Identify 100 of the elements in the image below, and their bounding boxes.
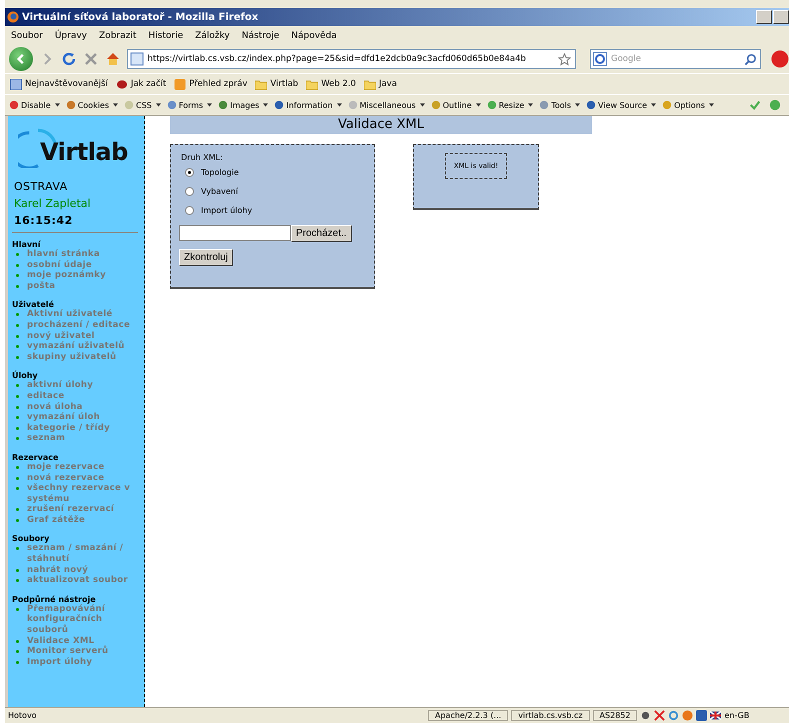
file-field[interactable]: [179, 225, 291, 241]
bullet-icon: [16, 579, 19, 582]
caret-icon: [528, 103, 534, 107]
toolbar-menu[interactable]: Resize: [486, 100, 534, 110]
folder-icon: [306, 78, 318, 90]
menu-item[interactable]: Historie: [148, 30, 184, 40]
menu-item[interactable]: Soubor: [11, 30, 43, 40]
window-title: Virtuální síťová laboratoř - Mozilla Firefox: [22, 12, 260, 22]
radio-button[interactable]: [185, 168, 194, 177]
toolbar-menu[interactable]: Disable: [9, 100, 60, 110]
radio-label: Topologie: [201, 168, 239, 177]
bullet-icon: [16, 356, 19, 359]
section-heading: Podpůrné nástroje: [12, 594, 96, 604]
radio-label: Import úlohy: [201, 206, 252, 215]
bullet-icon: [16, 345, 19, 348]
bullet-icon: [16, 284, 19, 288]
toolbar-menu[interactable]: Cookies: [66, 100, 118, 110]
caret-icon: [708, 103, 714, 107]
section-heading: Uživatelé: [12, 300, 54, 310]
caret-icon: [207, 103, 212, 107]
reload-icon[interactable]: [60, 51, 77, 67]
bookmark[interactable]: Přehled zpráv: [174, 78, 248, 90]
toolbar-menu[interactable]: Miscellaneous: [348, 100, 425, 110]
caret-icon: [156, 103, 161, 107]
maximize-button[interactable]: [773, 10, 789, 24]
minimize-button[interactable]: [756, 10, 772, 24]
circle-icon: [166, 100, 177, 110]
menu-item[interactable]: Nástroje: [242, 30, 280, 40]
menu-item[interactable]: Záložky: [195, 30, 230, 40]
circle-icon: [586, 100, 596, 110]
menu-item[interactable]: Úpravy: [54, 30, 88, 40]
radio-button[interactable]: [185, 187, 194, 196]
search-icon[interactable]: [744, 52, 758, 66]
close-icon[interactable]: [654, 710, 666, 721]
bookmark[interactable]: Web 2.0: [306, 78, 356, 90]
toolbar-menu[interactable]: CSS: [124, 100, 161, 110]
page-icon: [130, 52, 144, 66]
toolbar-menu[interactable]: Outline: [430, 100, 481, 110]
back-button[interactable]: [9, 47, 33, 71]
bullet-icon: [16, 416, 19, 420]
locale-label: en-GB: [724, 711, 750, 720]
bullet-icon: [16, 476, 19, 480]
menu-item[interactable]: Zobrazit: [99, 30, 136, 40]
bookmark[interactable]: Virtlab: [255, 78, 298, 90]
circle-icon: [9, 100, 19, 110]
bullet-icon: [16, 487, 19, 490]
browse-button[interactable]: Procházet..: [291, 225, 352, 242]
bullet-icon: [16, 384, 19, 388]
bullet-icon: [16, 274, 19, 278]
star-icon[interactable]: [558, 52, 572, 66]
toolbar-menu[interactable]: View Source: [586, 100, 656, 110]
bullet-icon: [16, 640, 19, 643]
user-name: Karel Zapletal: [14, 197, 91, 210]
status-panel: AS2852: [592, 710, 638, 721]
toolbar-menu[interactable]: Tools: [539, 100, 580, 110]
circle-icon: [662, 100, 672, 110]
refresh-icon[interactable]: [668, 710, 680, 721]
form-label: Druh XML:: [181, 153, 223, 162]
section-heading: Rezervace: [12, 452, 58, 462]
menu-item[interactable]: Nápověda: [291, 30, 337, 40]
caret-icon: [54, 103, 60, 107]
caret-icon: [651, 103, 656, 107]
check-button[interactable]: Zkontroluj: [179, 249, 233, 266]
checkmark-icon[interactable]: [749, 99, 761, 111]
caret-icon: [420, 103, 425, 107]
radio-label: Vybavení: [201, 187, 238, 196]
toolbar-menu[interactable]: Information: [274, 100, 342, 110]
bookmark[interactable]: Nejnavštěvovanější: [10, 78, 108, 90]
home-icon[interactable]: [104, 51, 120, 67]
bullet-icon: [16, 406, 19, 409]
toolbar-menu[interactable]: Images: [218, 100, 268, 110]
bullet-icon: [16, 394, 19, 398]
caret-icon: [575, 103, 580, 107]
radio-button[interactable]: [185, 206, 194, 215]
toolbar-menu[interactable]: Options: [662, 100, 714, 110]
bullet-icon: [16, 253, 19, 256]
circle-icon: [124, 100, 134, 110]
bullet-icon: [16, 324, 19, 327]
status-text: Hotovo: [7, 711, 38, 720]
bullet-icon: [16, 334, 19, 338]
address-field[interactable]: https://virtlab.cs.vsb.cz/index.php?page=25&sid=dfd1e2dcb0a9c3acfd060d65b0e84a4b: [126, 49, 576, 69]
bullet-icon: [16, 466, 19, 469]
page-title: Validace XML: [170, 116, 592, 134]
bullet-icon: [16, 660, 19, 664]
circle-icon: [486, 100, 497, 110]
bullet-icon: [16, 437, 19, 440]
stop-icon[interactable]: [82, 51, 99, 67]
status-panel: virtlab.cs.vsb.cz: [511, 710, 590, 721]
bullet-icon: [16, 264, 19, 267]
bullet-icon: [16, 608, 19, 611]
caret-icon: [336, 103, 342, 107]
bookmark[interactable]: Java: [364, 78, 397, 90]
bullet-icon: [16, 650, 19, 654]
caret-icon: [113, 103, 118, 107]
clock-time: 16:15:42: [14, 214, 73, 227]
circle-icon: [274, 100, 284, 110]
caret-icon: [476, 103, 481, 107]
toolbar-menu[interactable]: Forms: [166, 100, 212, 110]
folder-icon: [255, 78, 268, 90]
bookmark[interactable]: Jak začít: [116, 78, 166, 90]
